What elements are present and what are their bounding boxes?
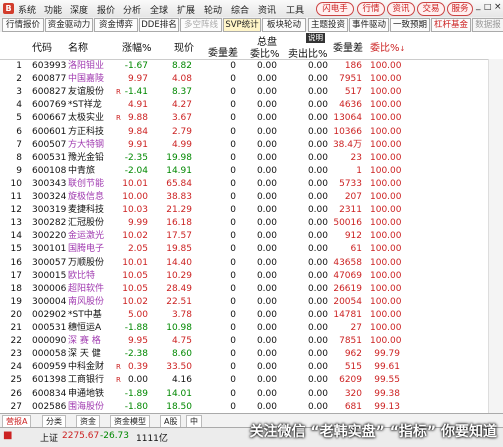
header-bid-ratio-2[interactable]: 委比%↓ [370,39,405,54]
tab-consensus[interactable]: 一致预期 [390,18,430,32]
flash-button[interactable]: 闪电手 [316,2,354,16]
header-sell-ratio[interactable]: 卖出比% [288,45,328,60]
status-market: 上证 [40,434,59,444]
app-logo: B [3,3,14,14]
tab-data-report[interactable]: 数据报告 [472,18,503,32]
sell-ratio: 0.00 [307,401,328,412]
header-bid-ratio-2-label: 委比% [370,43,400,54]
stock-name: 围海股份 [68,401,105,412]
menu-rotate[interactable]: 轮动 [204,3,222,16]
table-header: 代码 名称 涨幅% 现价 委量差 总盘 委比% 说明 卖出比% 委量差 委比%↓ [0,32,503,60]
vertical-scrollbar[interactable] [488,59,503,413]
menu-depth[interactable]: 深度 [70,3,88,16]
bid-ratio-2: 99.13 [374,401,400,412]
watermark-caption: 关注微信 “老韩实盘” “指标” 你要知道 [249,424,497,440]
menu-tools[interactable]: 工具 [286,3,304,16]
header-change-pct-label: 涨幅% [122,43,152,54]
status-amount: 1111亿 [136,434,168,444]
status-index: 2275.67 [62,431,100,441]
volume-diff-2: 681 [344,401,362,412]
status-change: -26.73 [100,431,130,441]
header-code[interactable]: 代码 [32,39,52,54]
stock-table: 1 603993 洛阳钼业 -1.67 8.82 0 0.00 0.00 186 100.00 2 6… [0,59,503,413]
tab-capital-drive[interactable]: 资金驱动力 [45,18,93,32]
menu-global[interactable]: 全球 [150,3,168,16]
news-pill-button[interactable]: 资讯 [387,2,415,16]
menu-system[interactable]: 系统 [18,3,36,16]
close-icon[interactable]: × [494,2,502,12]
menu-analysis[interactable]: 分析 [123,3,141,16]
tab-quote[interactable]: 行情报价 [2,18,44,32]
volume-diff: 0 [230,401,236,412]
bid-ratio: 0.00 [256,401,277,412]
quote-pill-button[interactable]: 行情 [357,2,385,16]
menu-bar: B 系统 功能 深度 报价 分析 全球 扩展 轮动 综合 资讯 工具 闪电手 行… [0,0,503,18]
header-change-pct[interactable]: 涨幅% [122,39,152,54]
status-logo-icon: ■ [3,430,13,441]
menu-expand[interactable]: 扩展 [177,3,195,16]
menu-quote[interactable]: 报价 [97,3,115,16]
header-volume-diff[interactable]: 委量差 [208,44,238,59]
change-pct: -1.80 [124,401,148,412]
sort-down-icon: ↓ [399,45,406,53]
explain-button[interactable]: 说明 [306,33,325,43]
price: 18.50 [166,401,192,412]
menu-news[interactable]: 资讯 [258,3,276,16]
tab-dde-rank[interactable]: DDE排名 [139,18,179,32]
trade-pill-button[interactable]: 交易 [417,2,445,16]
tab-svp-stats[interactable]: SVP统计 [223,18,261,32]
minimize-icon[interactable]: _ [476,1,481,11]
tab-capital-game[interactable]: 资金博弈 [94,18,138,32]
stock-code: 002586 [32,401,67,412]
service-pill-button[interactable]: 服务 [447,2,473,16]
maximize-icon[interactable]: □ [484,2,492,11]
table-row[interactable]: 27 002586 围海股份 -1.80 18.50 0 0.00 0.00 681 99.13 [0,400,503,413]
header-volume-diff-2[interactable]: 委量差 [333,39,363,54]
header-price[interactable]: 现价 [174,39,194,54]
tab-theme-invest[interactable]: 主题投资 [308,18,348,32]
menu-synth[interactable]: 综合 [231,3,249,16]
menu-function[interactable]: 功能 [44,3,62,16]
tab-long-short[interactable]: 多空阵线 [180,18,222,32]
tab-sector-rotation[interactable]: 板块轮动 [262,18,306,32]
function-tab-bar: 行情报价 资金驱动力 资金博弈 DDE排名 多空阵线 SVP统计 板块轮动 主题… [0,17,503,33]
tab-leverage-fund[interactable]: 杠杆基金 [431,18,471,32]
tab-event-driven[interactable]: 事件驱动 [349,18,389,32]
header-name[interactable]: 名称 [68,39,88,54]
header-bid-ratio[interactable]: 委比% [250,45,280,60]
row-index: 27 [10,401,22,412]
